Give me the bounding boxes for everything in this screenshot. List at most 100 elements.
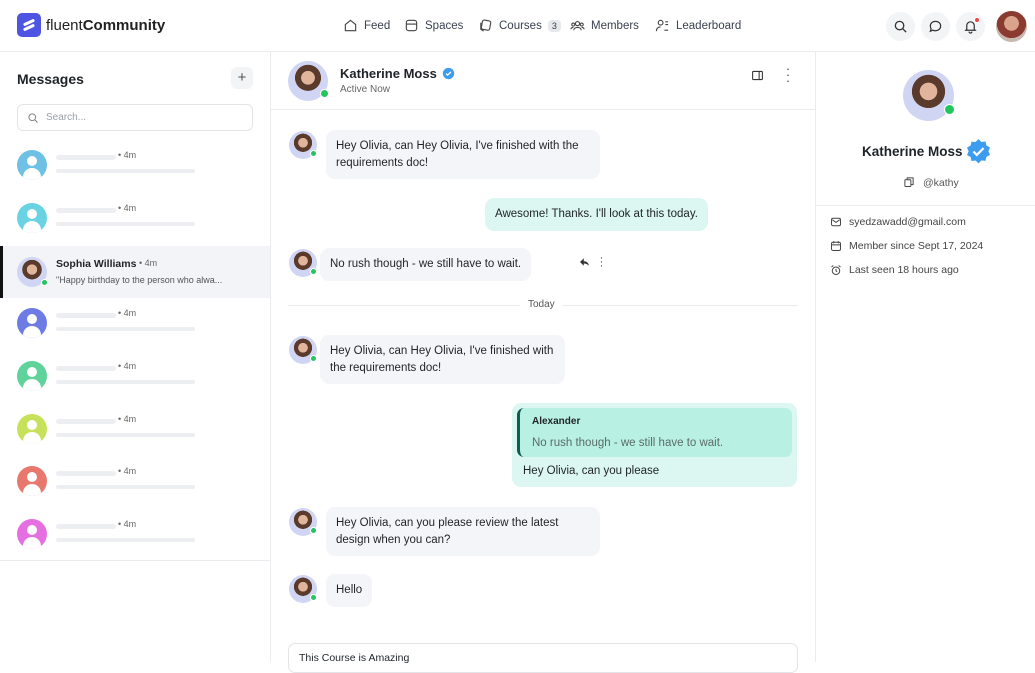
home-icon [344,19,357,32]
conversation-time: 4m [123,202,137,213]
preview-placeholder [56,432,195,437]
conversation-time: 4m [123,413,137,424]
contact-name[interactable]: Katherine Moss [340,66,437,81]
message-text: Hello [336,584,363,596]
message-bubble[interactable]: Hey Olivia, can you please review the la… [326,507,600,556]
message-bubble[interactable]: No rush though - we still have to wait. [320,248,532,281]
conversation-item[interactable]: • 4m [0,139,270,192]
conversation-item[interactable]: • 4m [0,350,270,403]
name-placeholder [56,471,116,477]
new-message-button[interactable]: + [231,67,253,89]
profile-handle: @kathy [923,177,959,189]
conversation-item[interactable]: Sophia Williams • 4m "Happy birthday to … [0,246,270,299]
nav-leaderboard[interactable]: Leaderboard [655,18,741,33]
nav-label: Feed [364,19,391,32]
members-icon [570,20,585,31]
message-text: Hey Olivia, can Hey Olivia, I've finishe… [336,140,579,169]
preview-placeholder [56,379,195,384]
avatar-placeholder-icon [17,518,47,549]
avatar-placeholder-icon [17,466,47,497]
online-dot [310,268,317,275]
alarm-clock-icon [831,265,841,275]
conversation-time: 4m [123,308,137,319]
name-placeholder [56,313,116,319]
conversation-time: 4m [123,466,137,477]
message-bubble-sent[interactable]: Awesome! Thanks. I'll look at this today… [485,198,708,231]
nav-members[interactable]: Members [570,18,639,33]
contact-status: Active Now [340,84,391,95]
notifications-button[interactable] [956,12,985,41]
message-input[interactable]: This Course is Amazing [288,643,798,673]
conversation-item[interactable]: • 4m [0,508,270,561]
preview-placeholder [56,485,195,490]
toggle-sidebar-icon[interactable] [751,69,764,82]
conversation-item[interactable]: • 4m [0,455,270,508]
message-bubble[interactable]: Hello [326,574,373,607]
nav-label: Leaderboard [676,19,742,32]
chat-header: Katherine Moss Active Now · · · [271,52,816,110]
reply-icon[interactable] [578,256,591,268]
fluent-logo-icon[interactable] [17,13,41,37]
leaderboard-icon [655,19,669,32]
search-icon [28,112,38,123]
nav-spaces[interactable]: Spaces [404,18,463,33]
profile-divider [816,205,1035,206]
top-header: fluentCommunity Feed Spaces Courses 3 Mem… [0,0,1035,52]
message-options-icon[interactable]: · · · [599,253,604,272]
member-since: Member since Sept 17, 2024 [849,240,984,252]
search-input[interactable]: Search... [17,104,253,131]
profile-name: Katherine Moss [862,144,963,159]
message-input-value: This Course is Amazing [299,652,410,664]
more-options-icon[interactable]: · · · [785,62,791,87]
messages-button[interactable] [921,12,950,41]
conversation-time: 4m [123,518,137,529]
avatar-placeholder-icon [17,360,47,391]
search-icon [894,20,907,33]
conversation-item[interactable]: • 4m [0,192,270,245]
conversation-time: 4m [123,150,137,160]
avatar-placeholder-icon [17,413,47,444]
list-divider [0,560,270,561]
conversation-item[interactable]: • 4m [0,297,270,350]
name-placeholder [56,418,116,424]
name-placeholder [56,207,116,213]
conversation-item[interactable]: • 4m [0,403,270,456]
reply-text: No rush though - we still have to wait. [532,436,724,449]
conversation-preview: "Happy birthday to the person who alwa..… [56,275,223,286]
message-text: Hey Olivia, can Hey Olivia, I've finishe… [330,345,554,374]
preview-placeholder [56,169,195,173]
reply-author: Alexander [532,416,581,427]
avatar-placeholder-icon [17,150,47,180]
name-placeholder [56,155,116,160]
message-bubble-sent[interactable]: Alexander No rush though - we still have… [512,403,797,487]
message-bubble[interactable]: Hey Olivia, can Hey Olivia, I've finishe… [320,335,565,384]
name-placeholder [56,523,116,529]
nav-label: Spaces [425,19,464,32]
verified-badge-icon [967,139,990,164]
message-text: Hey Olivia, can you please review the la… [336,517,559,546]
nav-feed[interactable]: Feed [343,18,390,33]
brand-bold: Community [82,17,166,34]
brand-name[interactable]: fluentCommunity [46,17,165,34]
user-avatar[interactable] [996,11,1027,42]
message-text: No rush though - we still have to wait. [330,258,522,270]
search-button[interactable] [886,12,915,41]
chat-icon [929,20,942,33]
avatar-placeholder-icon [17,202,47,233]
nav-label: Members [591,19,639,32]
online-dot [944,104,955,115]
nav-courses[interactable]: Courses 3 [478,18,561,33]
quoted-reply[interactable]: Alexander No rush though - we still have… [517,408,792,457]
conversation-time: 4m [123,360,137,371]
profile-email[interactable]: syedzawadd@gmail.com [849,216,966,228]
online-dot [310,355,317,362]
nav-label: Courses [499,19,542,32]
verified-icon [442,67,454,80]
message-bubble[interactable]: Hey Olivia, can Hey Olivia, I've finishe… [326,130,600,179]
conversation-time: 4m [144,258,158,269]
message-text: Hey Olivia, can you please [523,465,660,477]
copy-icon[interactable] [903,176,915,188]
name-placeholder [56,365,116,371]
conversation-name: Sophia Williams [56,258,137,271]
date-divider: Today [520,299,563,310]
